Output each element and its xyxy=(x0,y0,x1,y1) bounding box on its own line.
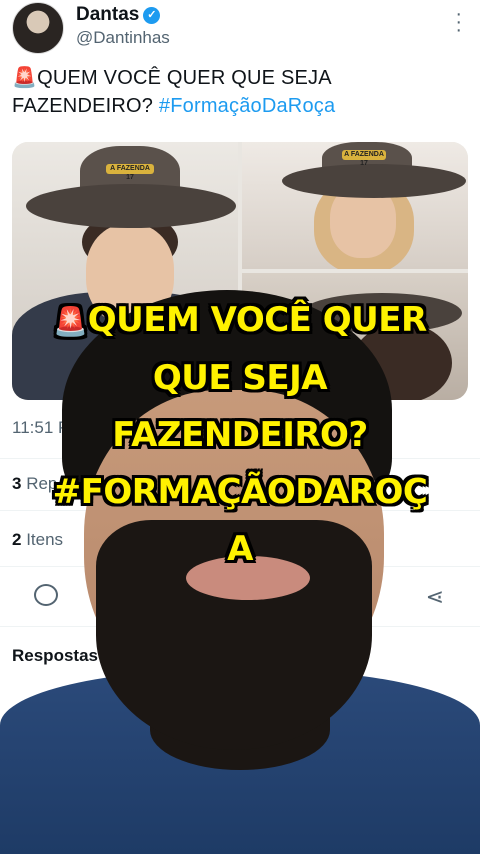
media-photo-2[interactable]: A FAZENDA 17 xyxy=(242,142,468,269)
author-avatar[interactable] xyxy=(12,2,64,54)
verified-badge-icon: ✓ xyxy=(143,6,161,24)
responses-heading: Respostas xyxy=(12,646,98,665)
video-caption: 🚨QUEM VOCÊ QUER QUE SEJA FAZENDEIRO? #FO… xyxy=(20,292,460,578)
author-name-row[interactable]: Dantas ✓ xyxy=(76,4,161,26)
caption-line-2: QUE SEJA xyxy=(152,358,328,398)
siren-icon: 🚨 xyxy=(12,67,38,89)
caption-line-3: FAZENDEIRO? xyxy=(112,415,368,455)
caption-line-5: A xyxy=(227,529,253,569)
tweet-text: 🚨QUEM VOCÊ QUER QUE SEJA FAZENDEIRO? #Fo… xyxy=(12,64,452,120)
author-name[interactable]: Dantas xyxy=(76,4,139,26)
hat-label: A FAZENDA 17 xyxy=(106,164,154,181)
caption-line-4: #FORMAÇÃODAROÇ xyxy=(52,472,428,512)
share-icon[interactable]: ⋖ xyxy=(426,584,444,610)
author-handle[interactable]: @Dantinhas xyxy=(76,28,170,48)
hat-label: A FAZENDA 17 xyxy=(342,150,386,167)
more-options-icon[interactable]: · · · xyxy=(455,4,462,40)
hashtag-link[interactable]: #FormaçãoDaRoça xyxy=(159,95,335,117)
siren-icon: 🚨 xyxy=(53,305,88,338)
reply-icon[interactable] xyxy=(34,584,58,606)
caption-line-1: 🚨QUEM VOCÊ QUER xyxy=(53,300,427,340)
